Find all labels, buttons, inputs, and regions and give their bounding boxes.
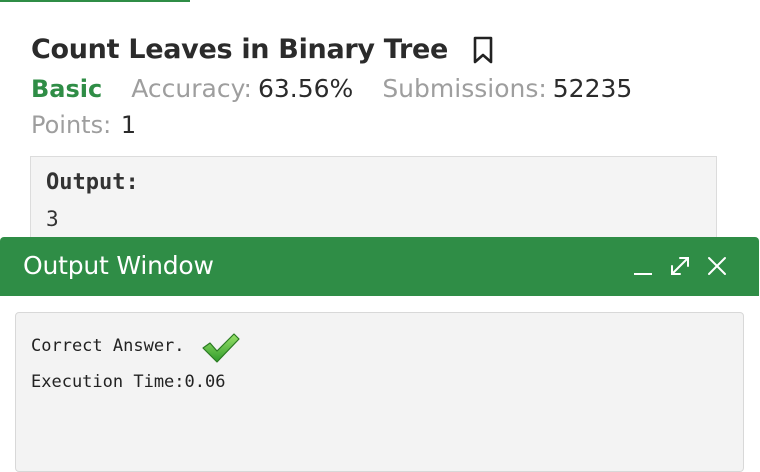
close-icon[interactable]	[705, 254, 729, 278]
bookmark-icon[interactable]	[472, 36, 494, 64]
example-output-value: 3	[46, 207, 59, 231]
problem-title: Count Leaves in Binary Tree	[31, 34, 448, 65]
expand-icon[interactable]	[668, 254, 692, 278]
submissions-label: Submissions:	[382, 74, 547, 103]
output-window-header[interactable]: Output Window	[0, 237, 759, 296]
problem-header: Count Leaves in Binary Tree	[31, 34, 494, 65]
accuracy-label: Accuracy:	[131, 74, 252, 103]
difficulty-badge: Basic	[31, 75, 103, 103]
points-label: Points:	[31, 111, 112, 139]
result-status: Correct Answer.	[31, 336, 185, 356]
points-row: Points: 1	[31, 111, 165, 139]
problem-meta: Basic Accuracy: 63.56% Submissions: 5223…	[31, 74, 661, 103]
active-tab-indicator	[0, 0, 190, 2]
points-value: 1	[120, 111, 137, 139]
minimize-icon[interactable]	[631, 254, 655, 278]
accuracy-value: 63.56%	[257, 74, 354, 103]
output-window: Output Window Correct Answer. Execution …	[0, 237, 760, 472]
submissions-value: 52235	[552, 74, 633, 103]
execution-time: Execution Time:0.06	[31, 372, 226, 392]
example-output-label: Output:	[46, 170, 139, 195]
output-window-title: Output Window	[23, 251, 214, 280]
output-window-body: Correct Answer. Execution Time:0.06	[15, 312, 744, 472]
checkmark-icon	[201, 332, 241, 368]
